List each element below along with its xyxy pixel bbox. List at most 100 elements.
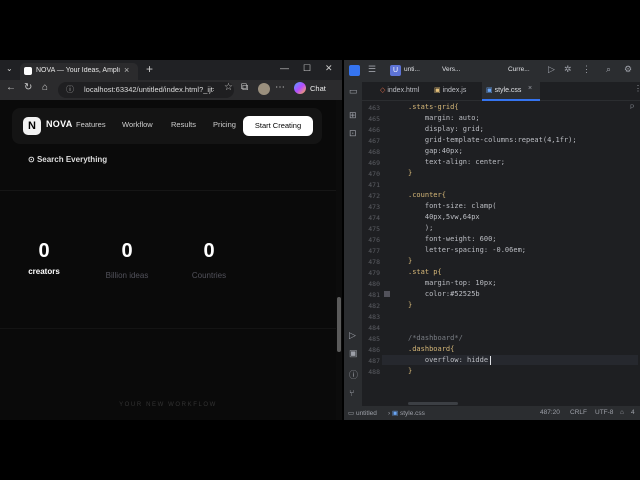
logo-mark[interactable]: N <box>23 117 41 135</box>
structure-icon[interactable]: ⊞ <box>349 110 357 121</box>
browser-titlebar: ⌄ NOVA — Your Ideas, Amplified × + — ☐ ✕ <box>0 60 342 80</box>
more-icon[interactable]: ⋯ <box>275 82 285 93</box>
back-icon[interactable]: ← <box>6 82 16 93</box>
indent-setting[interactable]: 4 <box>631 409 635 416</box>
code-line[interactable]: margin: auto; <box>408 114 480 122</box>
color-swatch[interactable] <box>384 291 390 297</box>
problems-icon[interactable]: ⓘ <box>349 368 358 381</box>
folder-icon[interactable]: ▭ <box>349 86 358 97</box>
home-icon[interactable]: ⌂ <box>42 82 48 93</box>
browser-tab[interactable]: NOVA — Your Ideas, Amplified × <box>20 63 138 80</box>
site-navbar: N NOVA Features Workflow Results Pricing… <box>12 108 322 144</box>
line-number: 486 <box>368 346 380 354</box>
page-scrollbar[interactable] <box>336 100 342 420</box>
terminal-icon[interactable]: ▣ <box>349 348 358 359</box>
nav-workflow[interactable]: Workflow <box>122 120 153 129</box>
vcs-selector[interactable]: Vers... <box>442 66 460 73</box>
line-number: 488 <box>368 368 380 376</box>
code-line[interactable]: .stat p{ <box>408 268 442 276</box>
code-line[interactable]: text-align: center; <box>408 158 505 166</box>
code-line[interactable]: margin-top: 10px; <box>408 279 497 287</box>
minimize-icon[interactable]: — <box>280 63 289 73</box>
more-actions-icon[interactable]: ⋮ <box>582 64 591 75</box>
code-line[interactable]: } <box>408 301 412 309</box>
settings-icon[interactable]: ⚙ <box>624 64 632 75</box>
code-line[interactable]: color:#52525b <box>408 290 480 298</box>
favorite-icon[interactable]: ☆ <box>224 82 233 93</box>
editor-tabs: ◇ index.html ▣ index.js ▣ style.css × ⋮ <box>362 82 640 101</box>
stat-counter: 0 <box>203 240 215 262</box>
plugins-icon[interactable]: ⊡ <box>349 128 357 139</box>
lock-icon[interactable]: ⌂ <box>620 409 624 416</box>
text-cursor <box>489 356 491 365</box>
code-line[interactable]: gap:40px; <box>408 147 463 155</box>
new-tab-icon[interactable]: + <box>146 62 153 76</box>
code-line[interactable]: .dashboard{ <box>408 345 454 353</box>
extensions-icon[interactable]: ⧉ <box>241 82 248 93</box>
ide-header: ☰ U unti... Vers... Curre... ▷ ✲ ⋮ ⌕ ⚙ <box>344 60 640 82</box>
search-everywhere-icon[interactable]: ⌕ <box>606 64 611 75</box>
url-text: localhost:63342/untitled/index.html?_ijt… <box>84 85 214 94</box>
section-eyebrow: YOUR NEW WORKFLOW <box>119 402 217 408</box>
close-tab-icon[interactable]: × <box>124 65 129 75</box>
tab-list-icon[interactable]: ⌄ <box>6 64 13 73</box>
main-menu-icon[interactable]: ☰ <box>368 64 376 75</box>
copilot-chat-button[interactable]: Chat <box>294 82 338 97</box>
file-encoding[interactable]: UTF-8 <box>595 409 613 416</box>
close-tab-icon[interactable]: × <box>528 85 532 92</box>
ide-window: ☰ U unti... Vers... Curre... ▷ ✲ ⋮ ⌕ ⚙ ▭… <box>344 60 640 420</box>
code-line[interactable]: ); <box>408 224 433 232</box>
brand-name[interactable]: NOVA <box>46 119 73 129</box>
line-separator[interactable]: CRLF <box>570 409 587 416</box>
address-bar[interactable]: ⓘ localhost:63342/untitled/index.html?_i… <box>58 82 234 98</box>
code-line[interactable]: font-weight: 600; <box>408 235 497 243</box>
tab-options-icon[interactable]: ⋮ <box>634 84 640 93</box>
code-line[interactable]: } <box>408 257 412 265</box>
stat-label: creators <box>28 267 60 276</box>
search-icon: ⊙ <box>28 155 37 164</box>
run-icon[interactable]: ▷ <box>548 64 555 75</box>
scrollbar-thumb[interactable] <box>337 297 341 352</box>
browser-toolbar: ← ↻ ⌂ ⓘ localhost:63342/untitled/index.h… <box>0 80 342 100</box>
tab-index-html[interactable]: ◇ index.html <box>380 86 419 94</box>
site-info-icon[interactable]: ⓘ <box>66 84 74 95</box>
code-line[interactable]: display: grid; <box>408 125 484 133</box>
side-panel-letter[interactable]: P <box>630 104 634 111</box>
project-selector[interactable]: unti... <box>404 66 420 73</box>
start-creating-button[interactable]: Start Creating <box>243 116 313 136</box>
nav-pricing[interactable]: Pricing <box>213 120 236 129</box>
code-line[interactable]: 40px,5vw,64px <box>408 213 480 221</box>
code-line[interactable]: letter-spacing: -0.06em; <box>408 246 526 254</box>
ide-logo-icon[interactable] <box>349 65 360 76</box>
tab-index-js[interactable]: ▣ index.js <box>434 86 466 94</box>
code-line[interactable]: .stats-grid{ <box>408 103 459 111</box>
code-editor[interactable]: 463 .stats-grid{465 margin: auto; 466 disp… <box>362 100 640 406</box>
code-line[interactable]: .counter{ <box>408 191 446 199</box>
nav-results[interactable]: Results <box>171 120 196 129</box>
close-window-icon[interactable]: ✕ <box>325 63 333 74</box>
run-config-selector[interactable]: Curre... <box>508 66 530 73</box>
run-tool-icon[interactable]: ▷ <box>349 330 356 341</box>
refresh-icon[interactable]: ↻ <box>24 82 32 93</box>
nav-features[interactable]: Features <box>76 120 106 129</box>
breadcrumb-file[interactable]: › ▣ style.css <box>388 409 425 417</box>
code-line[interactable]: } <box>408 169 412 177</box>
profile-avatar[interactable] <box>258 83 270 95</box>
project-badge[interactable]: U <box>390 65 401 76</box>
line-number: 475 <box>368 225 380 233</box>
tab-title: NOVA — Your Ideas, Amplified <box>36 67 120 74</box>
breadcrumb-project[interactable]: ▭ untitled <box>348 409 377 417</box>
editor-scrollbar[interactable] <box>408 402 458 405</box>
ide-tool-sidebar: ▭ ⊞ ⊡ ▷ ▣ ⓘ ⑂ <box>344 82 362 406</box>
stat-creators: 0 creators <box>9 240 79 276</box>
code-line[interactable]: } <box>408 367 412 375</box>
tab-style-css-active[interactable]: ▣ style.css × <box>482 82 540 101</box>
cursor-position[interactable]: 487:20 <box>540 409 560 416</box>
debug-icon[interactable]: ✲ <box>564 64 572 75</box>
maximize-icon[interactable]: ☐ <box>303 63 311 74</box>
code-line[interactable]: /*dashboard*/ <box>408 334 463 342</box>
git-icon[interactable]: ⑂ <box>349 388 354 398</box>
code-line[interactable]: grid-template-columns:repeat(4,1fr); <box>408 136 577 144</box>
code-line[interactable]: font-size: clamp( <box>408 202 497 210</box>
code-line[interactable]: overflow: hidde <box>408 356 488 364</box>
